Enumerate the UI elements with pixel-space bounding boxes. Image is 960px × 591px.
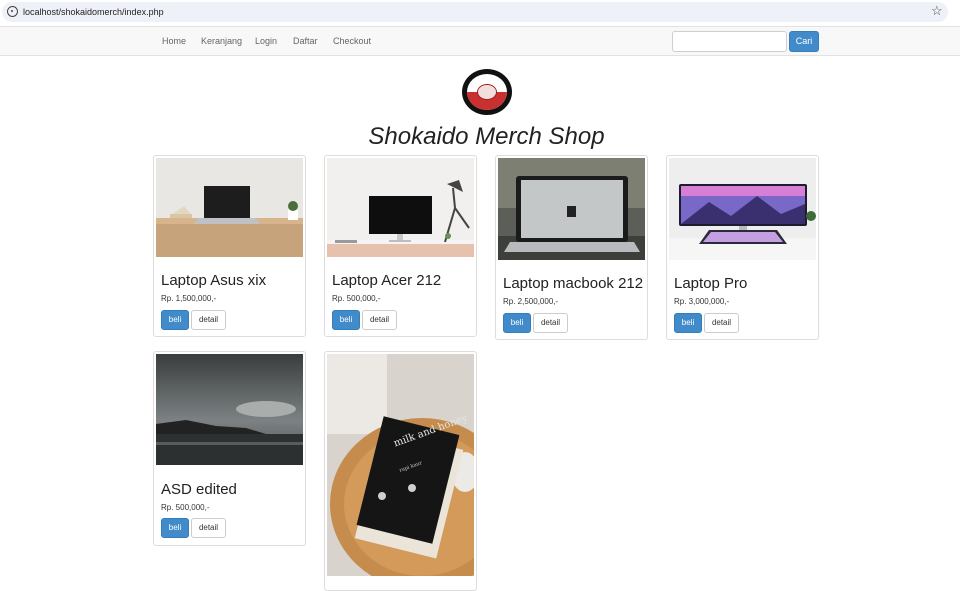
buy-button[interactable]: beli <box>161 518 189 538</box>
product-price: Rp. 2,500,000,- <box>503 297 559 306</box>
search-button[interactable]: Cari <box>789 31 819 52</box>
url-text[interactable]: localhost/shokaidomerch/index.php <box>23 5 164 19</box>
product-name: Laptop Pro <box>674 275 748 292</box>
address-bar[interactable]: localhost/shokaidomerch/index.php ☆ <box>2 2 948 22</box>
nav-home[interactable]: Home <box>162 35 186 47</box>
detail-button[interactable]: detail <box>191 310 226 330</box>
product-price: Rp. 3,000,000,- <box>674 297 730 306</box>
product-image[interactable] <box>327 158 474 257</box>
product-name: ASD edited <box>161 481 237 498</box>
page-title: Shokaido Merch Shop <box>368 123 605 150</box>
product-card: ASD edited Rp. 500,000,- beli detail <box>153 351 306 546</box>
buy-button[interactable]: beli <box>332 310 360 330</box>
product-card: Laptop Asus xix Rp. 1,500,000,- beli det… <box>153 155 306 337</box>
product-card: milk and honey rupi kaur <box>324 351 477 591</box>
product-name: Laptop macbook 212 <box>503 275 644 292</box>
detail-button[interactable]: detail <box>533 313 568 333</box>
nav-keranjang[interactable]: Keranjang <box>201 35 242 47</box>
product-image[interactable] <box>669 158 816 260</box>
product-price: Rp. 1,500,000,- <box>161 294 217 303</box>
detail-button[interactable]: detail <box>362 310 397 330</box>
info-icon[interactable] <box>7 6 18 17</box>
product-image[interactable] <box>498 158 645 260</box>
product-image[interactable] <box>156 354 303 465</box>
nav-login[interactable]: Login <box>255 35 277 47</box>
shokaido-logo <box>462 69 512 115</box>
product-name: Laptop Asus xix <box>161 272 267 289</box>
product-card: Laptop Acer 212 Rp. 500,000,- beli detai… <box>324 155 477 337</box>
product-price: Rp. 500,000,- <box>332 294 381 303</box>
nav-daftar[interactable]: Daftar <box>293 35 318 47</box>
buy-button[interactable]: beli <box>503 313 531 333</box>
navbar: Home Keranjang Login Daftar Checkout Car… <box>0 26 960 56</box>
product-name: Laptop Acer 212 <box>332 272 442 289</box>
detail-button[interactable]: detail <box>191 518 226 538</box>
product-image[interactable] <box>156 158 303 257</box>
detail-button[interactable]: detail <box>704 313 739 333</box>
nav-checkout[interactable]: Checkout <box>333 35 371 47</box>
logo-inner <box>467 74 507 110</box>
product-image[interactable]: milk and honey rupi kaur <box>327 354 474 576</box>
buy-button[interactable]: beli <box>674 313 702 333</box>
search-input[interactable] <box>672 31 787 52</box>
browser-toolbar: localhost/shokaidomerch/index.php ☆ <box>0 0 960 26</box>
bookmark-star-icon[interactable]: ☆ <box>931 4 943 18</box>
product-price: Rp. 500,000,- <box>161 503 210 512</box>
buy-button[interactable]: beli <box>161 310 189 330</box>
product-card: Laptop macbook 212 Rp. 2,500,000,- beli … <box>495 155 648 340</box>
product-card: Laptop Pro Rp. 3,000,000,- beli detail <box>666 155 819 340</box>
